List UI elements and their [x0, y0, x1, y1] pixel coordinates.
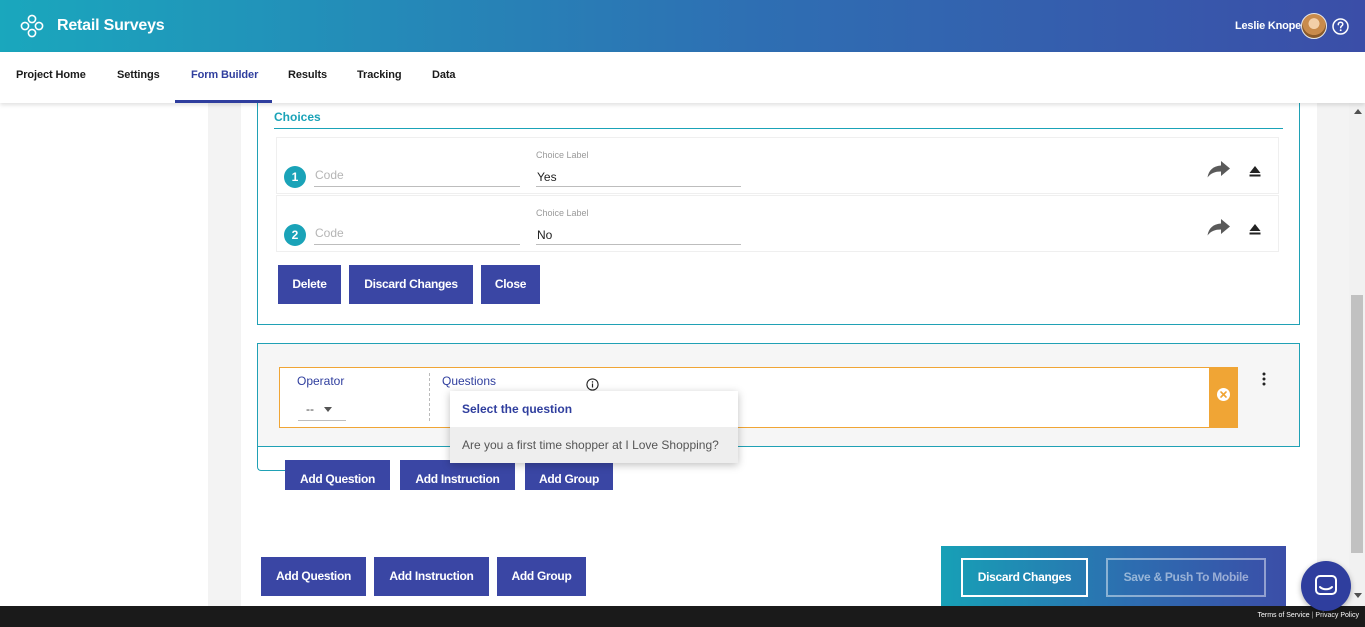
main-nav: Project Home Settings Form Builder Resul…: [0, 52, 1365, 103]
info-icon[interactable]: [586, 378, 599, 391]
active-tab-indicator: [175, 100, 272, 103]
choice-row: 1 Code Choice Label Yes: [276, 137, 1279, 194]
page-footer: Terms of Service | Privacy Policy: [0, 606, 1365, 627]
flower-logo-icon[interactable]: [20, 14, 44, 38]
dropdown-option[interactable]: Are you a first time shopper at I Love S…: [450, 427, 738, 463]
more-vertical-icon[interactable]: [1262, 372, 1266, 386]
question-select-dropdown: Select the question Are you a first time…: [450, 391, 738, 463]
code-placeholder: Code: [315, 168, 344, 182]
discard-changes-button[interactable]: Discard Changes: [349, 265, 473, 304]
choice-label-caption: Choice Label: [536, 150, 589, 160]
eject-icon[interactable]: [1248, 164, 1262, 178]
group-add-group-button[interactable]: Add Group: [525, 460, 613, 490]
tab-results[interactable]: Results: [288, 69, 327, 81]
group-connector-line: [257, 446, 287, 471]
operator-value: --: [306, 402, 314, 416]
field-separator: [429, 373, 430, 421]
chat-icon: [1315, 575, 1337, 595]
choice-code-input[interactable]: Code: [314, 165, 520, 187]
content-left-gutter: [208, 103, 241, 606]
question-circle-icon[interactable]: [1332, 18, 1349, 35]
tab-data[interactable]: Data: [432, 69, 456, 81]
group-add-question-button[interactable]: Add Question: [285, 460, 390, 490]
content-right-gutter: [1317, 103, 1349, 606]
privacy-link[interactable]: Privacy Policy: [1315, 612, 1359, 619]
choices-divider: [274, 128, 1283, 129]
tab-form-builder[interactable]: Form Builder: [191, 69, 258, 81]
terms-link[interactable]: Terms of Service: [1257, 612, 1309, 619]
choice-row: 2 Code Choice Label No: [276, 195, 1279, 252]
tab-project-home[interactable]: Project Home: [16, 69, 86, 81]
code-placeholder: Code: [315, 226, 344, 240]
tab-settings[interactable]: Settings: [117, 69, 160, 81]
choice-label-input[interactable]: Yes: [536, 165, 741, 187]
chevron-down-icon: [324, 407, 332, 412]
close-button[interactable]: Close: [481, 265, 540, 304]
choice-label-input[interactable]: No: [536, 223, 741, 245]
scroll-up-arrow-icon[interactable]: [1354, 109, 1362, 114]
scrollbar-thumb[interactable]: [1351, 295, 1363, 553]
operator-select[interactable]: --: [298, 399, 346, 421]
dropdown-header: Select the question: [462, 402, 573, 416]
choice-label-value: Yes: [537, 170, 557, 184]
top-header: Retail Surveys Leslie Knope: [0, 0, 1365, 52]
choice-label-caption: Choice Label: [536, 208, 589, 218]
user-name[interactable]: Leslie Knope: [1235, 20, 1301, 32]
choice-number-badge: 1: [284, 166, 306, 188]
forward-arrow-icon[interactable]: [1206, 159, 1232, 179]
add-group-button[interactable]: Add Group: [497, 557, 586, 596]
scroll-down-arrow-icon[interactable]: [1354, 593, 1362, 598]
save-push-mobile-button[interactable]: Save & Push To Mobile: [1106, 558, 1266, 597]
delete-button[interactable]: Delete: [278, 265, 341, 304]
panel-discard-changes-button[interactable]: Discard Changes: [961, 558, 1088, 597]
choices-heading: Choices: [274, 110, 321, 124]
eject-icon[interactable]: [1248, 222, 1262, 236]
operator-label: Operator: [297, 374, 345, 388]
group-add-instruction-button[interactable]: Add Instruction: [400, 460, 515, 490]
close-circle-icon[interactable]: [1216, 387, 1231, 402]
choice-label-value: No: [537, 228, 553, 242]
logic-rule-row: [279, 367, 1238, 428]
footer-links: Terms of Service | Privacy Policy: [1257, 612, 1359, 619]
add-question-button[interactable]: Add Question: [261, 557, 366, 596]
footer-divider: |: [1311, 612, 1314, 619]
app-title[interactable]: Retail Surveys: [57, 17, 165, 35]
add-instruction-button[interactable]: Add Instruction: [374, 557, 489, 596]
avatar[interactable]: [1301, 13, 1327, 39]
choice-number-badge: 2: [284, 224, 306, 246]
choice-code-input[interactable]: Code: [314, 223, 520, 245]
support-chat-button[interactable]: [1301, 561, 1351, 611]
tab-tracking[interactable]: Tracking: [357, 69, 402, 81]
forward-arrow-icon[interactable]: [1206, 217, 1232, 237]
save-action-panel: Discard Changes Save & Push To Mobile: [941, 546, 1286, 606]
questions-label: Questions: [442, 374, 497, 388]
